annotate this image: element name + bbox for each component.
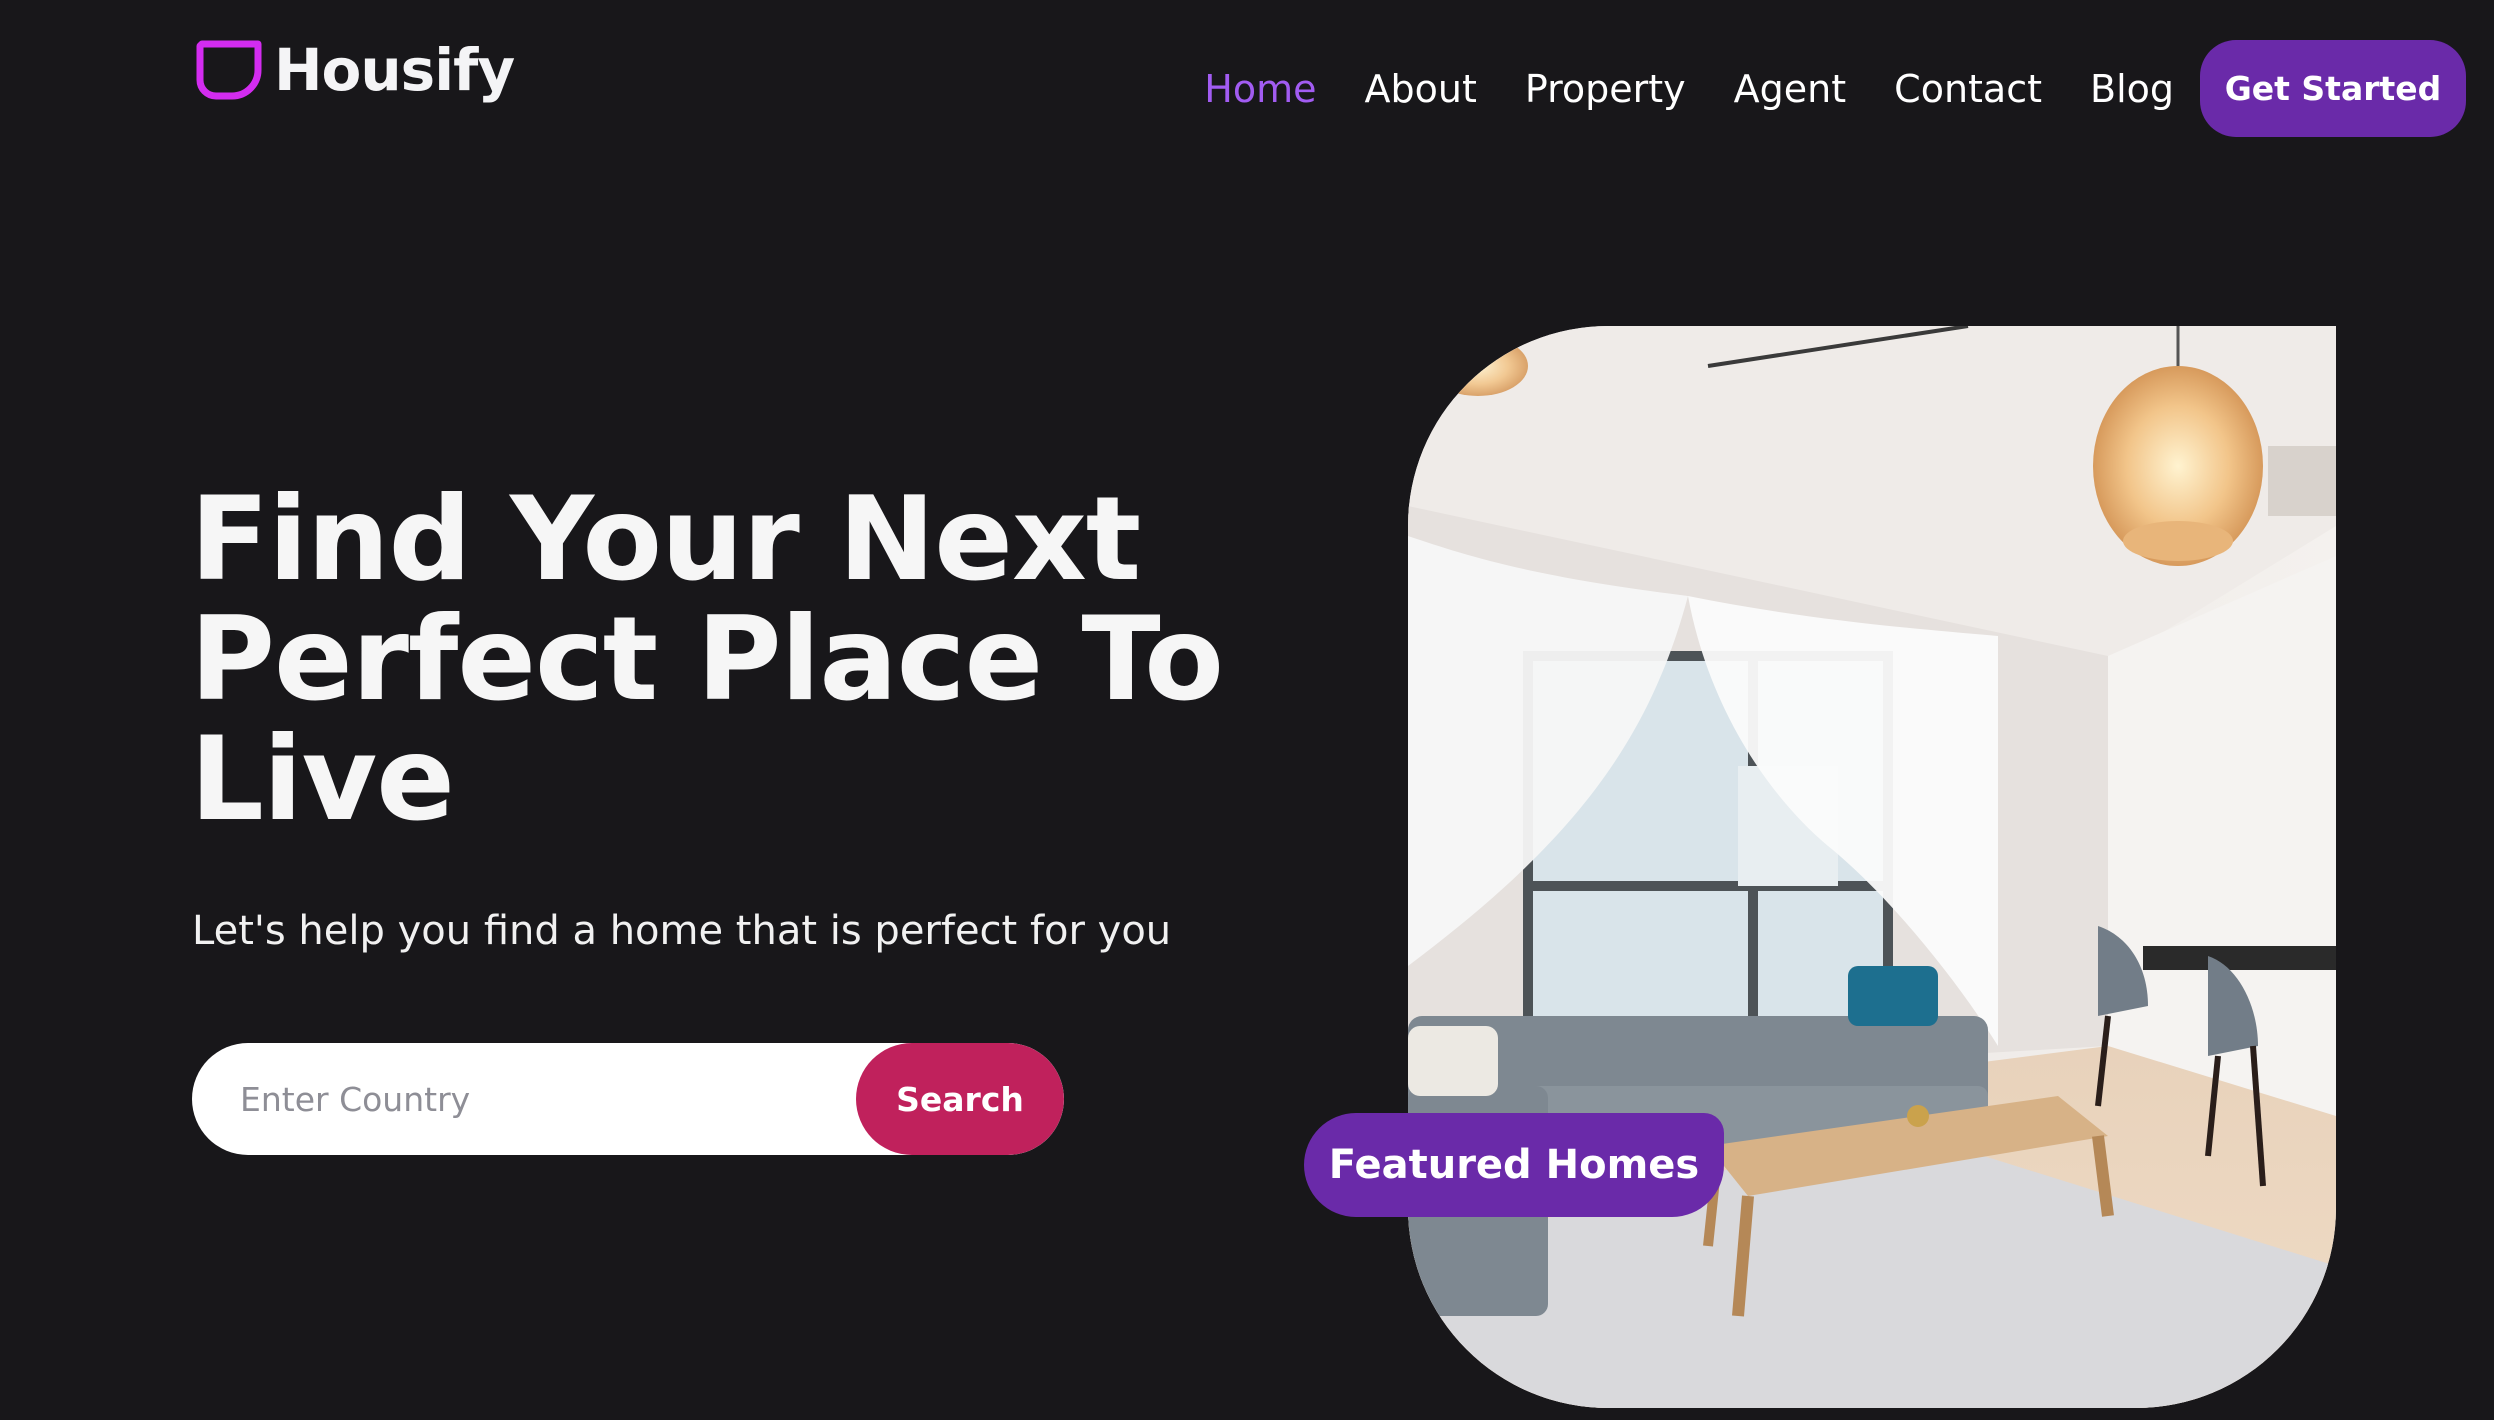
brand-name: Housify bbox=[274, 36, 515, 104]
featured-homes-badge[interactable]: Featured Homes bbox=[1304, 1113, 1724, 1217]
nav-property[interactable]: Property bbox=[1525, 67, 1686, 111]
country-search-form: Search bbox=[192, 1043, 1064, 1155]
nav-home[interactable]: Home bbox=[1204, 67, 1316, 111]
nav-about[interactable]: About bbox=[1365, 67, 1477, 111]
living-room-interior-photo bbox=[1408, 326, 2336, 1408]
interior-illustration bbox=[1408, 326, 2336, 1408]
nav-contact[interactable]: Contact bbox=[1894, 67, 2042, 111]
hero-title: Find Your Next Perfect Place To Live bbox=[190, 472, 1224, 847]
nav-blog[interactable]: Blog bbox=[2090, 67, 2174, 111]
brand-logo[interactable]: Housify bbox=[192, 36, 515, 104]
nav-agent[interactable]: Agent bbox=[1734, 67, 1846, 111]
housify-logo-icon bbox=[196, 40, 262, 100]
get-started-button[interactable]: Get Started bbox=[2200, 40, 2466, 137]
hero-subtitle: Let's help you find a home that is perfe… bbox=[192, 908, 1172, 954]
main-nav: Home About Property Agent Contact Blog G… bbox=[1204, 40, 2466, 137]
search-button[interactable]: Search bbox=[856, 1043, 1064, 1155]
country-search-input[interactable] bbox=[192, 1043, 856, 1155]
